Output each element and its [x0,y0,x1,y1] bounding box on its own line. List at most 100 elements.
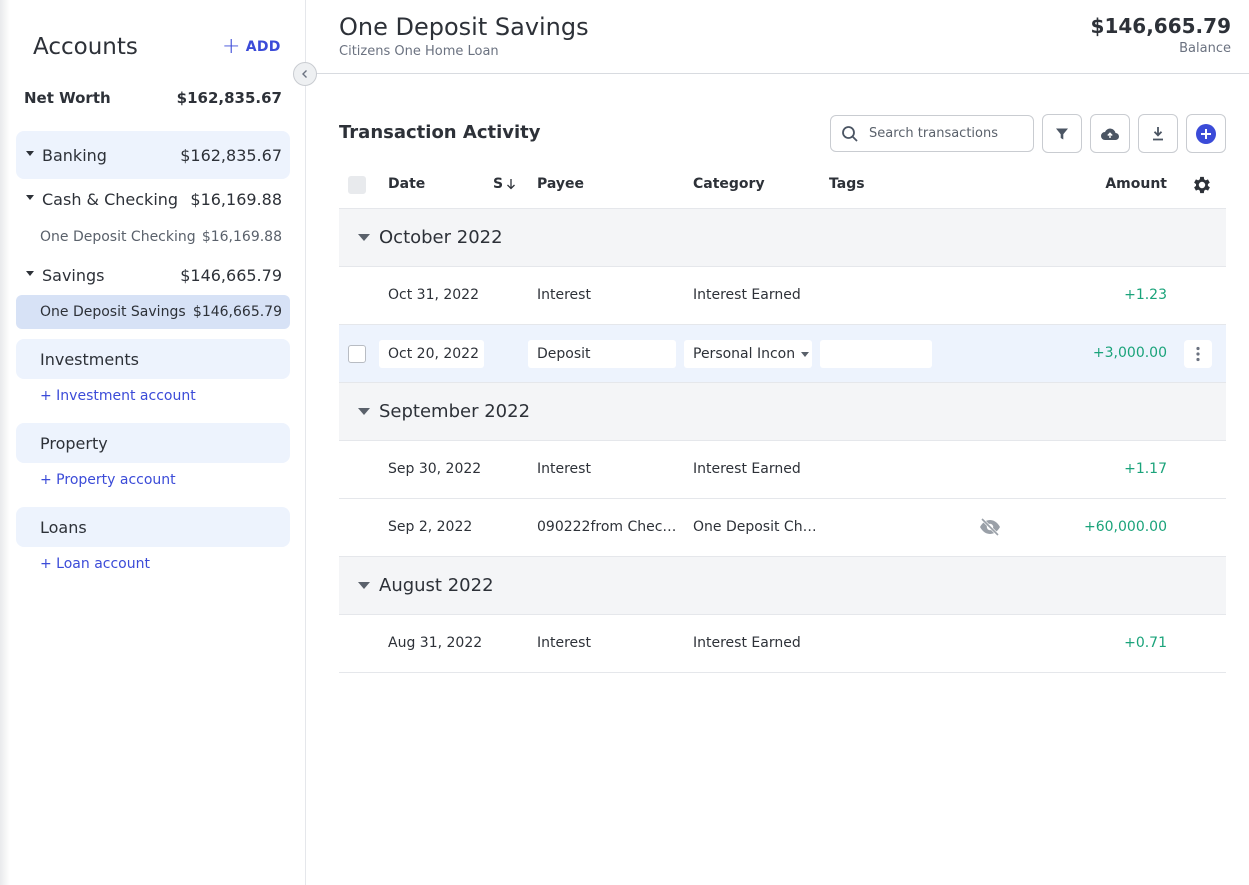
select-all-checkbox[interactable] [348,176,366,194]
arrow-down-icon [507,179,516,190]
table-settings-button[interactable] [1191,174,1213,200]
row-amount: +1.17 [1124,461,1167,477]
page-title: One Deposit Savings [339,13,589,41]
month-group-header[interactable]: August 2022 [339,557,1226,615]
cloud-upload-icon [1101,128,1119,140]
table-header: Date S Payee Category Tags Amount [339,164,1226,209]
sidebar-group-cash-checking[interactable]: Cash & Checking $16,169.88 [16,186,290,212]
month-group-header[interactable]: October 2022 [339,209,1226,267]
column-payee[interactable]: Payee [537,176,584,192]
search-box[interactable] [830,115,1034,152]
month-label: August 2022 [379,575,494,596]
account-label: One Deposit Checking [40,229,196,245]
column-tags[interactable]: Tags [829,176,865,192]
row-payee: 090222from Chec… [537,519,677,535]
row-amount: +1.23 [1124,287,1167,303]
category-select[interactable]: Personal Incon [684,340,812,368]
accounts-sidebar: Accounts + ADD Net Worth $162,835.67 Ban… [0,0,306,885]
sidebar-item-one-deposit-savings[interactable]: One Deposit Savings $146,665.79 [16,295,290,329]
cash-checking-value: $16,169.88 [190,189,282,209]
savings-label: Savings [42,265,105,285]
table-row[interactable]: Oct 31, 2022 Interest Interest Earned +1… [339,267,1226,325]
net-worth-value: $162,835.67 [176,89,282,107]
payee-input[interactable]: Deposit [528,340,676,368]
upload-button[interactable] [1090,114,1130,153]
tags-input[interactable] [820,340,932,368]
add-property-account-link[interactable]: + Property account [40,472,176,488]
row-payee: Interest [537,461,591,477]
cash-checking-label: Cash & Checking [42,189,179,209]
table-row[interactable]: Oct 20, 2022 Deposit Personal Incon +3,0… [339,325,1226,383]
investments-label: Investments [40,349,139,369]
balance-label: Balance [1179,41,1231,56]
hidden-from-budget-icon[interactable] [978,517,1002,541]
net-worth-label: Net Worth [24,89,111,107]
loans-label: Loans [40,517,87,537]
row-date: Sep 30, 2022 [388,461,482,477]
caret-down-icon [358,234,370,241]
chevron-left-icon [302,70,307,78]
month-label: October 2022 [379,227,503,248]
row-payee: Interest [537,635,591,651]
sidebar-group-property[interactable]: Property [16,423,290,463]
sidebar-group-savings[interactable]: Savings $146,665.79 [16,262,290,288]
download-icon [1153,126,1163,140]
collapse-sidebar-button[interactable] [293,62,317,86]
row-category: Interest Earned [693,461,801,477]
balance-value: $146,665.79 [1090,14,1231,38]
add-investment-account-link[interactable]: + Investment account [40,388,196,404]
caret-down-icon[interactable] [26,194,34,200]
row-menu-button[interactable] [1184,340,1212,368]
caret-down-icon[interactable] [26,270,34,276]
column-amount[interactable]: Amount [1105,176,1167,192]
account-value: $16,169.88 [201,229,282,245]
column-category[interactable]: Category [693,176,765,192]
caret-down-icon [801,351,810,357]
sidebar-item-one-deposit-checking[interactable]: One Deposit Checking $16,169.88 [16,224,290,250]
section-title: Transaction Activity [339,122,541,143]
row-category: Interest Earned [693,635,801,651]
caret-down-icon [358,582,370,589]
row-payee: Interest [537,287,591,303]
sidebar-group-banking[interactable]: Banking $162,835.67 [16,131,290,179]
table-row[interactable]: Aug 31, 2022 Interest Interest Earned +0… [339,615,1226,673]
net-worth-row: Net Worth $162,835.67 [24,89,282,107]
add-account-label: ADD [245,39,281,55]
download-button[interactable] [1138,114,1178,153]
caret-down-icon[interactable] [26,150,34,156]
account-value: $146,665.79 [192,304,282,320]
add-account-button[interactable]: + ADD [222,34,281,59]
filter-button[interactable] [1042,114,1082,153]
add-loan-account-link[interactable]: + Loan account [40,556,150,572]
banking-label: Banking [42,145,107,165]
gear-icon [1194,176,1210,194]
month-label: September 2022 [379,401,531,422]
account-header: One Deposit Savings Citizens One Home Lo… [307,0,1249,74]
plus-circle-icon [1196,123,1216,144]
row-amount: +3,000.00 [1092,345,1167,361]
row-category: One Deposit Ch… [693,519,815,535]
column-date[interactable]: Date [388,176,425,192]
column-status[interactable]: S [493,176,516,192]
row-amount: +0.71 [1124,635,1167,651]
month-group-header[interactable]: September 2022 [339,383,1226,441]
plus-icon: + [222,34,241,59]
search-icon [842,125,858,142]
row-date: Aug 31, 2022 [388,635,483,651]
row-checkbox[interactable] [348,345,366,363]
table-row[interactable]: Sep 2, 2022 090222from Chec… One Deposit… [339,499,1226,557]
date-input[interactable]: Oct 20, 2022 [379,340,484,368]
category-select-value: Personal Incon [693,346,796,362]
search-input[interactable] [869,126,1019,141]
column-status-label: S [493,176,504,192]
add-transaction-button[interactable] [1186,114,1226,153]
row-category: Interest Earned [693,287,801,303]
more-vertical-icon [1196,346,1200,362]
sidebar-group-loans[interactable]: Loans [16,507,290,547]
sidebar-title: Accounts [33,34,138,60]
savings-value: $146,665.79 [180,265,282,285]
sidebar-group-investments[interactable]: Investments [16,339,290,379]
table-row[interactable]: Sep 30, 2022 Interest Interest Earned +1… [339,441,1226,499]
row-date: Sep 2, 2022 [388,519,473,535]
row-date: Oct 31, 2022 [388,287,479,303]
